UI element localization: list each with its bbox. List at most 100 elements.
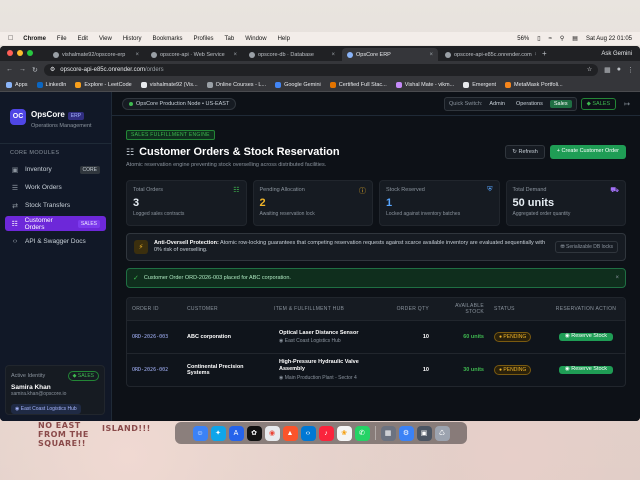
site-info-icon[interactable]: ⚙: [50, 66, 55, 73]
role-sales[interactable]: Sales: [549, 99, 572, 108]
anti-oversell-notice: ⚡ Anti-Oversell Protection: Atomic row-l…: [126, 233, 626, 261]
whatsapp-icon[interactable]: ✆: [354, 425, 370, 441]
stat-card-stock-reserved: Stock Reserved ⛨ 1 Locked against invent…: [379, 180, 500, 226]
reserve-stock-button[interactable]: ◉ Reserve Stock: [559, 366, 613, 374]
role-admin[interactable]: Admin: [485, 100, 509, 108]
back-icon[interactable]: ←: [6, 66, 13, 73]
menu-tab[interactable]: Tab: [225, 36, 235, 42]
tab-label: opscore-db · Database: [258, 51, 314, 58]
close-tab-icon[interactable]: ×: [331, 52, 335, 58]
minimize-window-button[interactable]: [17, 50, 23, 56]
browser-tab-api-url[interactable]: opscore-api-e85c.onrender.com×: [440, 48, 536, 61]
close-tab-icon[interactable]: ×: [535, 52, 536, 58]
opscore-app: OC OpsCore ERP Operations Management CORE…: [0, 92, 640, 421]
zoom-window-button[interactable]: [27, 50, 33, 56]
bookmark-vishal[interactable]: Vishal Mate - vikm...: [395, 81, 454, 88]
sidebar-item-work-orders[interactable]: ☰ Work Orders: [5, 180, 106, 195]
stat-value: 50 units: [512, 197, 555, 209]
chatgpt-icon[interactable]: ✿: [246, 425, 262, 441]
menu-bookmarks[interactable]: Bookmarks: [153, 36, 183, 42]
item-hub: ◉ East Coast Logistics Hub: [279, 338, 341, 345]
settings-icon[interactable]: ⚙: [398, 425, 414, 441]
menu-window[interactable]: Window: [245, 36, 266, 42]
bookmark-metamask[interactable]: MetaMask Portfoli...: [505, 81, 563, 88]
url-input[interactable]: ⚙ opscore-api-e85c.onrender.com/orders ☆: [43, 63, 599, 76]
sidebar-item-api-docs[interactable]: ‹› API & Swagger Docs: [5, 234, 106, 249]
bookmark-github[interactable]: vishalmate92 (Vis...: [140, 81, 198, 88]
browser-tab-render-db[interactable]: opscore-db · Database ×: [244, 48, 340, 61]
col-status: STATUS: [494, 306, 515, 312]
cart-icon: ☷: [11, 220, 18, 228]
brave-icon[interactable]: ▲: [282, 425, 298, 441]
logout-icon[interactable]: ↦: [624, 100, 630, 108]
vscode-icon[interactable]: ‹›: [300, 425, 316, 441]
bookmark-apps[interactable]: Apps: [6, 81, 28, 88]
menu-edit[interactable]: Edit: [78, 36, 88, 42]
battery-percent[interactable]: 56%: [517, 36, 529, 42]
browser-tab-github[interactable]: vishalmate92/opscore-erp ×: [48, 48, 144, 61]
close-tab-icon[interactable]: ×: [135, 52, 139, 58]
app-store-icon[interactable]: A: [228, 425, 244, 441]
sidebar-item-stock-transfers[interactable]: ⇄ Stock Transfers: [5, 198, 106, 213]
menu-app-name[interactable]: Chrome: [23, 36, 46, 42]
leetcode-icon: [75, 81, 82, 88]
menu-file[interactable]: File: [57, 36, 67, 42]
profile-avatar[interactable]: ●: [617, 66, 621, 73]
stats-row: Total Orders ☷ 3 Logged sales contracts …: [126, 180, 626, 226]
close-tab-icon[interactable]: ×: [429, 52, 433, 58]
bookmark-gemini[interactable]: Google Gemini: [275, 81, 321, 88]
cart-icon: ☷: [126, 146, 135, 157]
stat-card-pending-allocation: Pending Allocation ⓘ 2 Awaiting reservat…: [252, 180, 373, 226]
tab-label: opscore-api · Web Service: [160, 51, 225, 58]
apple-icon[interactable]: : [8, 35, 13, 42]
stat-card-total-orders: Total Orders ☷ 3 Logged sales contracts: [126, 180, 247, 226]
extensions-icon[interactable]: ▦: [604, 66, 611, 74]
browser-tab-opscore[interactable]: OpsCore ERP ×: [342, 48, 438, 61]
sidebar-item-inventory[interactable]: ▣ Inventory CORE: [5, 162, 106, 177]
ask-gemini-button[interactable]: Ask Gemini: [601, 51, 632, 57]
role-operations[interactable]: Operations: [512, 100, 547, 108]
page-icon: [395, 81, 402, 88]
sidebar-item-label: Customer Orders: [24, 216, 53, 231]
chrome-window: vishalmate92/opscore-erp × opscore-api · …: [0, 46, 640, 421]
photos-icon[interactable]: ❀: [336, 425, 352, 441]
spotlight-icon[interactable]: ⚲: [560, 35, 564, 42]
dismiss-alert-icon[interactable]: ×: [615, 275, 619, 281]
battery-icon[interactable]: ▯: [537, 35, 540, 42]
bookmark-courses[interactable]: Online Courses - L...: [206, 81, 266, 88]
close-tab-icon[interactable]: ×: [233, 52, 237, 58]
downloads-icon[interactable]: ▣: [416, 425, 432, 441]
music-icon[interactable]: ♪: [318, 425, 334, 441]
new-tab-button[interactable]: +: [542, 49, 547, 58]
browser-tab-render-api[interactable]: opscore-api · Web Service ×: [146, 48, 242, 61]
menu-help[interactable]: Help: [278, 36, 290, 42]
create-order-button[interactable]: + Create Customer Order: [549, 145, 626, 159]
bookmark-star-icon[interactable]: ☆: [587, 66, 592, 73]
safari-icon[interactable]: ✦: [210, 425, 226, 441]
menu-view[interactable]: View: [99, 36, 112, 42]
stat-card-total-demand: Total Demand ⛟ 50 units Aggregated order…: [505, 180, 626, 226]
bookmark-emergent[interactable]: Emergent: [463, 81, 496, 88]
chrome-icon[interactable]: ◉: [264, 425, 280, 441]
bookmark-certified[interactable]: Certified Full Stac...: [329, 81, 387, 88]
forward-icon[interactable]: →: [19, 66, 26, 73]
calculator-icon[interactable]: ▦: [380, 425, 396, 441]
control-center-icon[interactable]: ▤: [572, 35, 578, 42]
opscore-logo-icon: OC: [10, 108, 26, 125]
finder-icon[interactable]: ☺: [192, 425, 208, 441]
transfer-icon: ⇄: [12, 202, 18, 210]
reload-icon[interactable]: ↻: [32, 66, 38, 74]
close-window-button[interactable]: [7, 50, 13, 56]
wifi-icon[interactable]: ≈: [549, 36, 552, 42]
identity-hub: ◉ East Coast Logistics Hub: [11, 404, 81, 414]
bookmark-leetcode[interactable]: Explore - LeetCode: [75, 81, 132, 88]
sidebar-item-customer-orders[interactable]: ☷ Customer Orders SALES: [5, 216, 106, 231]
bookmark-linkedin[interactable]: LinkedIn: [36, 81, 66, 88]
menu-profiles[interactable]: Profiles: [194, 36, 214, 42]
menubar-clock[interactable]: Sat Aug 22 01:05: [586, 36, 632, 42]
reserve-stock-button[interactable]: ◉ Reserve Stock: [559, 333, 613, 341]
chrome-menu-icon[interactable]: ⋮: [627, 66, 634, 74]
menu-history[interactable]: History: [123, 36, 142, 42]
trash-icon[interactable]: ♺: [434, 425, 450, 441]
refresh-button[interactable]: ↻ Refresh: [505, 145, 545, 159]
